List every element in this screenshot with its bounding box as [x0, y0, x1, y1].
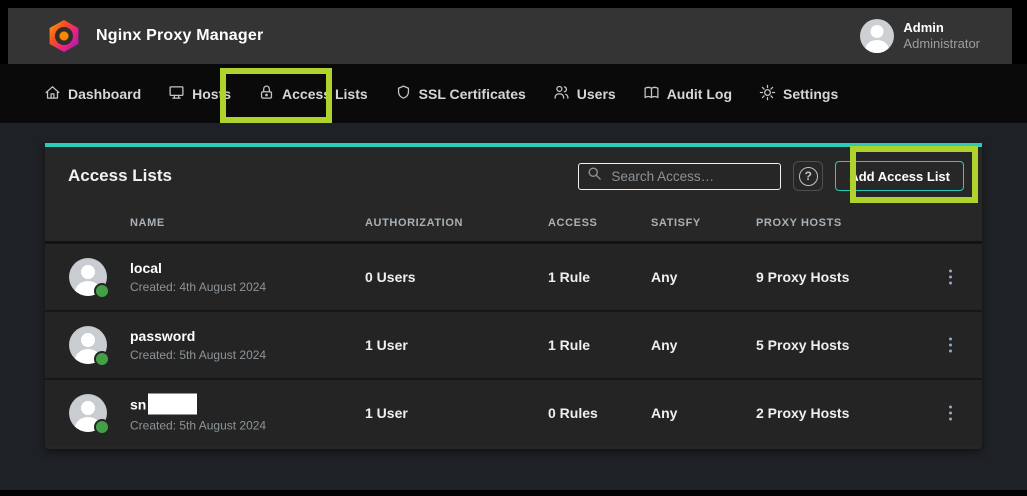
row-menu-button[interactable] — [943, 400, 958, 427]
row-name: sn — [130, 396, 146, 412]
search-input[interactable] — [611, 169, 772, 184]
row-created: Created: 5th August 2024 — [130, 419, 266, 433]
book-icon — [643, 84, 660, 104]
main-nav: Dashboard Hosts Access Lists SSL Certifi… — [0, 64, 1027, 123]
row-created: Created: 5th August 2024 — [130, 348, 266, 362]
search-box — [578, 163, 781, 190]
nav-item-label: Hosts — [192, 86, 231, 102]
row-access: 0 Rules — [548, 405, 598, 421]
nav-item-audit-log[interactable]: Audit Log — [643, 84, 732, 104]
column-header-satisfy: SATISFY — [651, 217, 701, 229]
nav-item-label: Audit Log — [667, 86, 732, 102]
nav-item-ssl-certificates[interactable]: SSL Certificates — [395, 84, 526, 104]
online-status-dot — [96, 421, 108, 433]
column-header-name: NAME — [130, 217, 165, 229]
user-role: Administrator — [903, 36, 980, 52]
screen: Nginx Proxy Manager Admin Administrator … — [0, 0, 1027, 496]
row-satisfy: Any — [651, 337, 677, 353]
nav-item-label: SSL Certificates — [419, 86, 526, 102]
nav-item-label: Users — [577, 86, 616, 102]
app-logo-icon — [48, 20, 80, 52]
column-header-authorization: AUTHORIZATION — [365, 217, 463, 229]
online-status-dot — [96, 285, 108, 297]
user-name: Admin — [903, 20, 980, 36]
row-name: local — [130, 260, 162, 276]
row-authorization: 1 User — [365, 405, 408, 421]
nav-item-dashboard[interactable]: Dashboard — [44, 84, 141, 104]
table-row[interactable]: password Created: 5th August 2024 1 User… — [45, 310, 982, 378]
row-created: Created: 4th August 2024 — [130, 280, 266, 294]
app-title: Nginx Proxy Manager — [96, 27, 263, 45]
row-authorization: 1 User — [365, 337, 408, 353]
question-circle-icon: ? — [799, 167, 818, 186]
user-menu[interactable]: Admin Administrator — [860, 19, 980, 53]
row-authorization: 0 Users — [365, 269, 416, 285]
row-menu-button[interactable] — [943, 264, 958, 291]
add-access-list-button[interactable]: Add Access List — [835, 161, 964, 191]
column-header-access: ACCESS — [548, 217, 597, 229]
row-access: 1 Rule — [548, 337, 590, 353]
panel-header: Access Lists ? Add Access List — [45, 147, 982, 205]
access-lists-panel: Access Lists ? Add Access List NAME AUTH… — [45, 143, 982, 449]
row-proxy-hosts: 5 Proxy Hosts — [756, 337, 849, 353]
nav-item-label: Dashboard — [68, 86, 141, 102]
row-avatar — [69, 394, 107, 432]
row-avatar — [69, 326, 107, 364]
nav-item-hosts[interactable]: Hosts — [168, 84, 231, 104]
nav-item-access-lists[interactable]: Access Lists — [258, 84, 368, 104]
row-avatar — [69, 258, 107, 296]
nav-item-label: Access Lists — [282, 86, 368, 102]
nav-item-users[interactable]: Users — [553, 84, 616, 104]
row-access: 1 Rule — [548, 269, 590, 285]
online-status-dot — [96, 353, 108, 365]
gear-icon — [759, 84, 776, 104]
nav-item-label: Settings — [783, 86, 838, 102]
screenshot-bottom-edge — [0, 490, 1027, 496]
row-name: password — [130, 328, 195, 344]
column-header-proxy-hosts: PROXY HOSTS — [756, 217, 842, 229]
help-button[interactable]: ? — [793, 161, 823, 191]
table-row[interactable]: local Created: 4th August 2024 0 Users 1… — [45, 244, 982, 310]
table-header: NAME AUTHORIZATION ACCESS SATISFY PROXY … — [45, 205, 982, 241]
users-icon — [553, 84, 570, 104]
redaction-box — [148, 394, 197, 415]
table-row[interactable]: sn Created: 5th August 2024 1 User 0 Rul… — [45, 378, 982, 446]
row-proxy-hosts: 2 Proxy Hosts — [756, 405, 849, 421]
table-body: local Created: 4th August 2024 0 Users 1… — [45, 244, 982, 449]
nav-item-settings[interactable]: Settings — [759, 84, 838, 104]
home-icon — [44, 84, 61, 104]
row-satisfy: Any — [651, 405, 677, 421]
panel-title: Access Lists — [68, 166, 172, 186]
shield-icon — [395, 84, 412, 104]
search-icon — [587, 166, 602, 186]
monitor-icon — [168, 84, 185, 104]
user-avatar — [860, 19, 894, 53]
row-menu-button[interactable] — [943, 332, 958, 359]
content: Access Lists ? Add Access List NAME AUTH… — [0, 123, 1027, 490]
lock-icon — [258, 84, 275, 104]
row-satisfy: Any — [651, 269, 677, 285]
app-header: Nginx Proxy Manager Admin Administrator — [8, 8, 1012, 64]
row-proxy-hosts: 9 Proxy Hosts — [756, 269, 849, 285]
